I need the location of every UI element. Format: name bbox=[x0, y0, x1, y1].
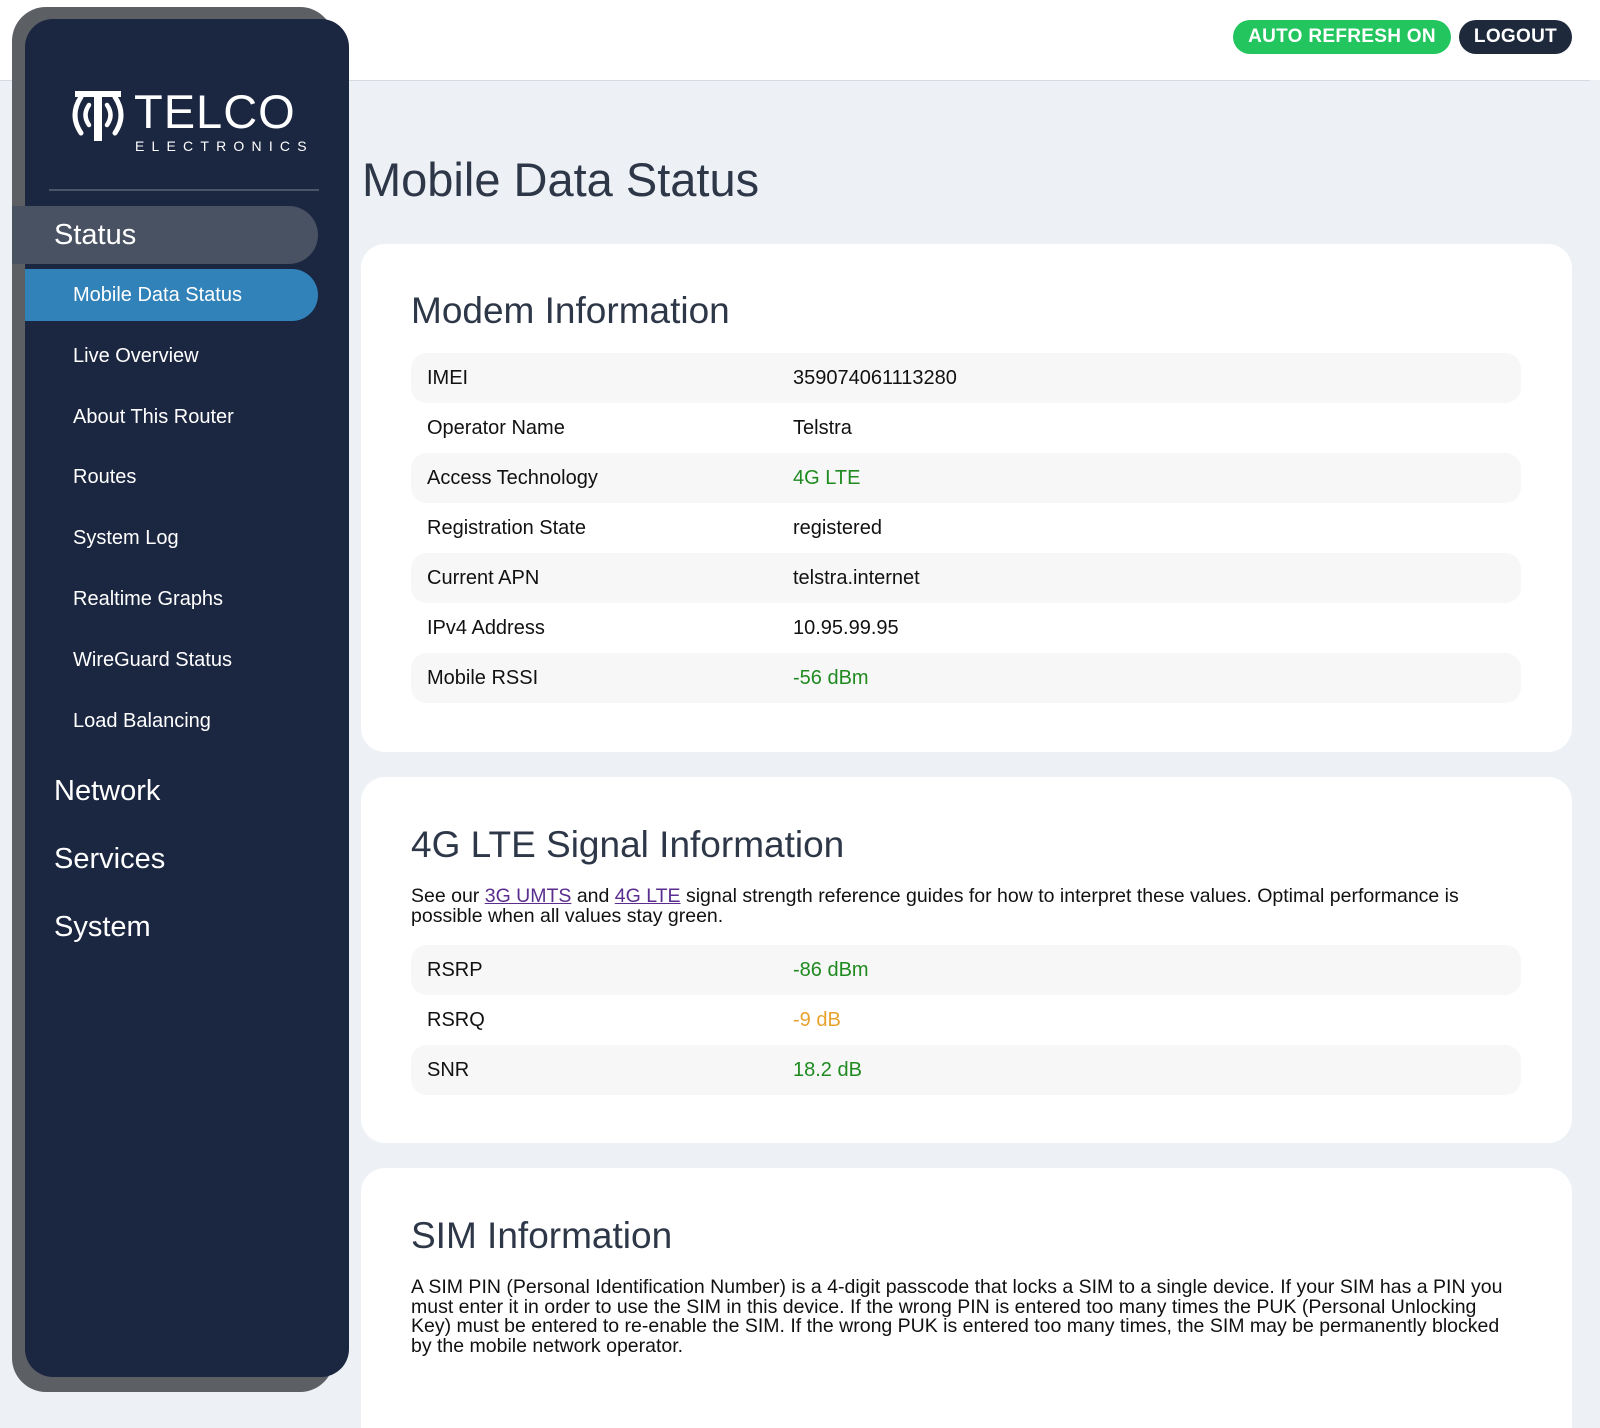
row-label: SNR bbox=[427, 1059, 470, 1081]
brand-logo[interactable]: TELCO ELECTRONICS bbox=[67, 85, 307, 165]
table-row: RSRP -86 dBm bbox=[411, 945, 1521, 995]
row-label: IPv4 Address bbox=[427, 617, 545, 639]
brand-name: TELCO bbox=[134, 85, 296, 138]
row-label: Current APN bbox=[427, 567, 540, 589]
table-row: Current APN telstra.internet bbox=[411, 553, 1521, 603]
row-value: -9 dB bbox=[793, 1009, 841, 1031]
row-label: RSRP bbox=[427, 959, 483, 981]
table-row: IMEI 359074061113280 bbox=[411, 353, 1521, 403]
row-value: -86 dBm bbox=[793, 959, 869, 981]
row-value: Telstra bbox=[793, 417, 852, 439]
lte-signal-table: RSRP -86 dBm RSRQ -9 dB SNR 18.2 dB bbox=[411, 945, 1521, 1095]
row-label: Registration State bbox=[427, 517, 586, 539]
sidebar-section-status[interactable]: Status bbox=[12, 206, 318, 264]
table-row: Mobile RSSI -56 dBm bbox=[411, 653, 1521, 703]
table-row: IPv4 Address 10.95.99.95 bbox=[411, 603, 1521, 653]
row-label: Operator Name bbox=[427, 417, 565, 439]
page-title: Mobile Data Status bbox=[362, 153, 760, 206]
row-label: Access Technology bbox=[427, 467, 598, 489]
table-row: Registration State registered bbox=[411, 503, 1521, 553]
table-row: Operator Name Telstra bbox=[411, 403, 1521, 453]
row-label: Mobile RSSI bbox=[427, 667, 539, 689]
brand-subtitle: ELECTRONICS bbox=[135, 138, 314, 154]
sidebar-item-live-overview[interactable]: Live Overview bbox=[25, 330, 318, 382]
sidebar-section-system[interactable]: System bbox=[54, 907, 151, 947]
row-value: -56 dBm bbox=[793, 667, 869, 689]
sidebar-section-services[interactable]: Services bbox=[54, 839, 165, 879]
sidebar-item-about-this-router[interactable]: About This Router bbox=[25, 391, 318, 443]
row-value: telstra.internet bbox=[793, 567, 920, 589]
modem-information-card: Modem Information IMEI 359074061113280 O… bbox=[361, 244, 1572, 752]
table-row: Access Technology 4G LTE bbox=[411, 453, 1521, 503]
logout-button[interactable]: LOGOUT bbox=[1458, 20, 1572, 54]
sidebar-item-routes[interactable]: Routes bbox=[25, 451, 318, 503]
sidebar-divider bbox=[49, 189, 319, 191]
auto-refresh-button[interactable]: AUTO REFRESH ON bbox=[1233, 20, 1451, 54]
sidebar-item-realtime-graphs[interactable]: Realtime Graphs bbox=[25, 573, 318, 625]
modem-information-table: IMEI 359074061113280 Operator Name Telst… bbox=[411, 353, 1521, 703]
row-label: IMEI bbox=[427, 367, 469, 389]
sidebar-item-system-log[interactable]: System Log bbox=[25, 512, 318, 564]
top-actions: AUTO REFRESH ON LOGOUT bbox=[1233, 20, 1572, 54]
table-row: SNR 18.2 dB bbox=[411, 1045, 1521, 1095]
sidebar-section-network[interactable]: Network bbox=[54, 771, 160, 811]
sim-information-description: A SIM PIN (Personal Identification Numbe… bbox=[411, 1276, 1503, 1357]
lte-signal-description: See our 3G UMTS and 4G LTE signal streng… bbox=[411, 886, 1521, 926]
row-label: RSRQ bbox=[427, 1009, 485, 1031]
row-value: 359074061113280 bbox=[793, 367, 957, 389]
row-value: 4G LTE bbox=[793, 467, 861, 489]
row-value: 10.95.99.95 bbox=[793, 617, 899, 639]
row-value: 18.2 dB bbox=[793, 1059, 862, 1081]
lte-signal-card: 4G LTE Signal Information See our 3G UMT… bbox=[361, 777, 1572, 1143]
row-value: registered bbox=[793, 517, 882, 539]
sim-information-title: SIM Information bbox=[411, 1215, 673, 1256]
table-row: RSRQ -9 dB bbox=[411, 995, 1521, 1045]
lte-signal-title: 4G LTE Signal Information bbox=[411, 824, 845, 865]
sidebar-item-mobile-data-status[interactable]: Mobile Data Status bbox=[25, 269, 318, 321]
page-scrollbar[interactable] bbox=[1590, 80, 1600, 1394]
antenna-logo-icon bbox=[67, 87, 129, 143]
sim-information-card: SIM Information A SIM PIN (Personal Iden… bbox=[361, 1168, 1572, 1428]
sidebar: TELCO ELECTRONICS Status Mobile Data Sta… bbox=[12, 19, 349, 1377]
modem-information-title: Modem Information bbox=[411, 290, 730, 331]
sidebar-item-load-balancing[interactable]: Load Balancing bbox=[25, 695, 318, 747]
sidebar-item-wireguard-status[interactable]: WireGuard Status bbox=[25, 634, 318, 686]
